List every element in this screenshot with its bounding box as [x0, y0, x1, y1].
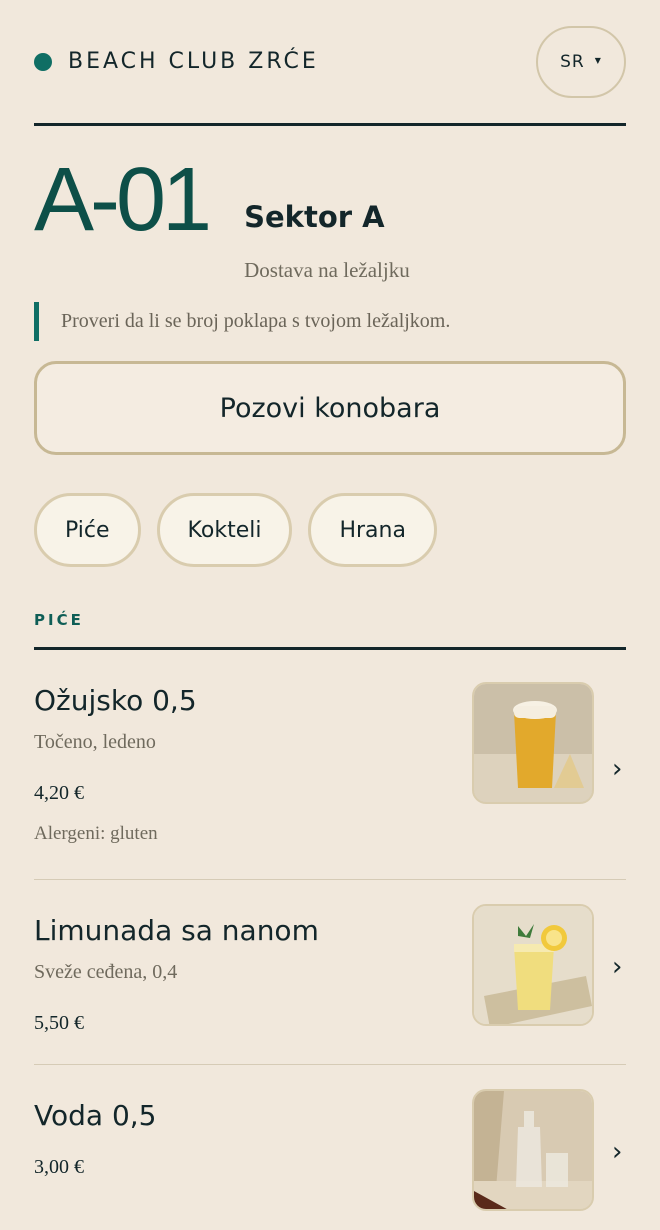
beer-image [472, 682, 594, 804]
seat-notice: Proveri da li se broj poklapa s tvojom l… [34, 302, 626, 341]
menu-item-text: Voda 0,5 3,00 € [34, 1065, 156, 1225]
menu-item[interactable]: Ožujsko 0,5 Točeno, ledeno 4,20 € Alerge… [34, 650, 626, 880]
menu-item-text: Ožujsko 0,5 Točeno, ledeno 4,20 € Alerge… [34, 650, 197, 879]
chevron-right-icon: › [612, 754, 623, 784]
menu-item-price: 4,20 € [34, 782, 84, 804]
brand: BEACH CLUB ZRĆE [34, 49, 319, 74]
category-tab-drinks[interactable]: Piće [34, 493, 141, 567]
menu-item[interactable]: Limunada sa nanom Sveže ceđena, 0,4 5,50… [34, 880, 626, 1065]
menu-item-right: › [472, 1065, 626, 1225]
menu-item[interactable]: Voda 0,5 3,00 € › [34, 1065, 626, 1225]
seat-code: A-01 [34, 150, 212, 250]
menu-page: BEACH CLUB ZRĆE SR ▼ A-01 Sektor A Dosta… [0, 0, 660, 1230]
menu-item-right: › [472, 650, 626, 879]
category-tabs: Piće Kokteli Hrana [34, 493, 626, 567]
language-selector[interactable]: SR ▼ [536, 25, 626, 98]
call-waiter-button[interactable]: Pozovi konobara [34, 361, 626, 455]
chevron-right-icon: › [612, 952, 623, 982]
menu-item-name: Limunada sa nanom [34, 914, 319, 947]
language-label: SR [560, 51, 585, 72]
seat-info: Sektor A Dostava na ležaljku [244, 154, 410, 283]
sector-label: Sektor A [244, 200, 385, 234]
lemonade-image [472, 904, 594, 1026]
menu-item-price: 5,50 € [34, 1012, 84, 1034]
menu-item-name: Ožujsko 0,5 [34, 684, 197, 717]
brand-name: BEACH CLUB ZRĆE [68, 49, 319, 74]
section-title: PIĆE [34, 611, 626, 650]
brand-dot-icon [34, 52, 52, 71]
chevron-right-icon: › [612, 1137, 623, 1167]
seat-block: A-01 Sektor A Dostava na ležaljku [34, 150, 626, 282]
category-tab-cocktails[interactable]: Kokteli [156, 493, 293, 567]
menu-item-right: › [472, 880, 626, 1064]
menu-item-name: Voda 0,5 [34, 1099, 157, 1132]
menu-item-allergens: Alergeni: gluten [34, 823, 158, 844]
menu-item-text: Limunada sa nanom Sveže ceđena, 0,4 5,50… [34, 880, 319, 1064]
category-tab-food[interactable]: Hrana [308, 493, 437, 567]
delivery-label: Dostava na ležaljku [244, 258, 410, 282]
menu-item-description: Točeno, ledeno [34, 731, 156, 753]
header: BEACH CLUB ZRĆE SR ▼ [34, 0, 626, 126]
water-image [472, 1089, 594, 1211]
caret-down-icon: ▼ [594, 56, 602, 65]
menu-item-price: 3,00 € [34, 1156, 84, 1178]
menu-item-description: Sveže ceđena, 0,4 [34, 961, 178, 983]
